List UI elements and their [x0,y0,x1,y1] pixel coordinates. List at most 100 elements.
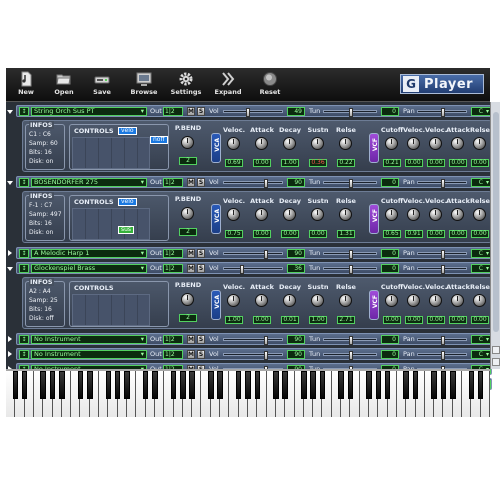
open-button[interactable]: Open [46,71,82,99]
vcf-veloc-knob[interactable] [429,208,442,221]
vcf-attack-value[interactable]: 0.00 [449,316,467,324]
vcf-cutoff-knob[interactable] [385,294,398,307]
tune-value[interactable]: 0 [381,107,399,116]
mute-button[interactable]: M [187,178,195,187]
pan-select[interactable]: C▾ [471,264,491,273]
instrument-select[interactable]: BOSENDORFER 275 ▾ [31,178,147,187]
controller-grid[interactable] [72,294,150,326]
volume-slider[interactable] [223,265,283,274]
tune-slider[interactable] [323,250,377,259]
tune-slider[interactable] [323,265,377,274]
volume-slider-thumb[interactable] [264,250,268,259]
black-key[interactable] [440,371,447,399]
vca-veloc-knob[interactable] [227,294,240,307]
vca-attack-value[interactable]: 0.00 [253,230,271,238]
solo-button[interactable]: S [197,107,205,116]
vcf-relse-knob[interactable] [473,208,486,221]
black-key[interactable] [412,371,419,399]
expand-triangle-icon[interactable] [8,351,12,357]
instrument-select[interactable]: Glockenspiel Brass ▾ [31,264,147,273]
pitch-bend-value[interactable]: 2 [179,228,197,236]
black-key[interactable] [384,371,391,399]
mute-button[interactable]: M [187,335,195,344]
vca-decay-value[interactable]: 0.00 [281,230,299,238]
black-key[interactable] [217,371,223,399]
tune-slider-thumb[interactable] [349,351,353,360]
pan-select[interactable]: C▾ [471,178,491,187]
sus-toggle[interactable]: sus [118,226,135,234]
vca-sustn-knob[interactable] [311,208,324,221]
pan-slider[interactable] [417,108,467,117]
black-key[interactable] [40,371,47,399]
black-key[interactable] [449,371,456,399]
output-select[interactable]: 1|2 [163,249,183,258]
black-key[interactable] [124,371,130,399]
pan-slider[interactable] [417,336,467,345]
vcf-veloc-value[interactable]: 0.91 [405,230,423,238]
black-key[interactable] [310,371,316,399]
vca-decay-value[interactable]: 0.01 [281,316,299,324]
pitch-bend-knob[interactable] [181,293,194,306]
instrument-channel-spinner[interactable]: ↕ [19,335,29,344]
black-key[interactable] [114,371,121,399]
black-key[interactable] [86,371,93,399]
vcf-veloc-knob[interactable] [407,137,420,150]
pan-select[interactable]: C▾ [471,350,491,359]
vca-decay-knob[interactable] [283,294,296,307]
vcf-attack-value[interactable]: 0.00 [449,159,467,167]
volume-value[interactable]: 90 [287,178,305,187]
black-key[interactable] [189,371,195,399]
instrument-select[interactable]: String Orch Sus PT ▾ [31,107,147,116]
new-button[interactable]: New [8,71,44,99]
vca-relse-value[interactable]: 0.22 [337,159,355,167]
vca-relse-value[interactable]: 2.71 [337,316,355,324]
vca-veloc-knob[interactable] [227,208,240,221]
velo-toggle[interactable]: velo [118,198,137,206]
black-key[interactable] [347,371,354,399]
vca-sustn-value[interactable]: 1.00 [309,316,327,324]
volume-slider[interactable] [223,351,283,360]
vcf-veloc-value[interactable]: 0.00 [405,316,423,324]
pan-slider-thumb[interactable] [441,265,445,274]
solo-button[interactable]: S [197,178,205,187]
vca-sustn-value[interactable]: 0.00 [309,230,327,238]
vca-relse-knob[interactable] [339,208,352,221]
pan-select[interactable]: C▾ [471,335,491,344]
mute-button[interactable]: M [187,350,195,359]
volume-slider[interactable] [223,108,283,117]
pitch-bend-value[interactable]: 2 [179,314,197,322]
volume-value[interactable]: 36 [287,264,305,273]
vca-sustn-knob[interactable] [311,294,324,307]
black-key[interactable] [142,371,149,399]
scroll-down-arrow-icon[interactable] [492,358,500,366]
vcf-veloc-value[interactable]: 0.00 [427,230,445,238]
expand-button[interactable]: Expand [210,71,246,99]
mute-button[interactable]: M [187,107,195,116]
tune-value[interactable]: 0 [381,178,399,187]
tune-value[interactable]: 0 [381,264,399,273]
black-key[interactable] [468,371,475,399]
expand-triangle-icon[interactable] [8,336,12,342]
volume-value[interactable]: 90 [287,350,305,359]
instrument-channel-spinner[interactable]: ↕ [19,107,29,116]
vca-decay-knob[interactable] [283,137,296,150]
volume-slider-thumb[interactable] [264,179,268,188]
vca-attack-knob[interactable] [255,137,268,150]
pan-slider[interactable] [417,351,467,360]
black-key[interactable] [338,371,344,399]
vcf-relse-knob[interactable] [473,294,486,307]
vcf-attack-knob[interactable] [451,294,464,307]
velo-toggle[interactable]: velo [118,127,137,135]
black-key[interactable] [105,371,112,399]
tune-slider-thumb[interactable] [349,265,353,274]
vcf-cutoff-knob[interactable] [385,208,398,221]
pitch-bend-knob[interactable] [181,136,194,149]
solo-button[interactable]: S [197,350,205,359]
vca-relse-value[interactable]: 1.31 [337,230,355,238]
pan-select[interactable]: C▾ [471,249,491,258]
vertical-scrollbar[interactable] [490,102,500,369]
vca-attack-knob[interactable] [255,208,268,221]
scroll-up-arrow-icon[interactable] [492,346,500,354]
tune-slider-thumb[interactable] [349,250,353,259]
black-key[interactable] [477,371,484,399]
